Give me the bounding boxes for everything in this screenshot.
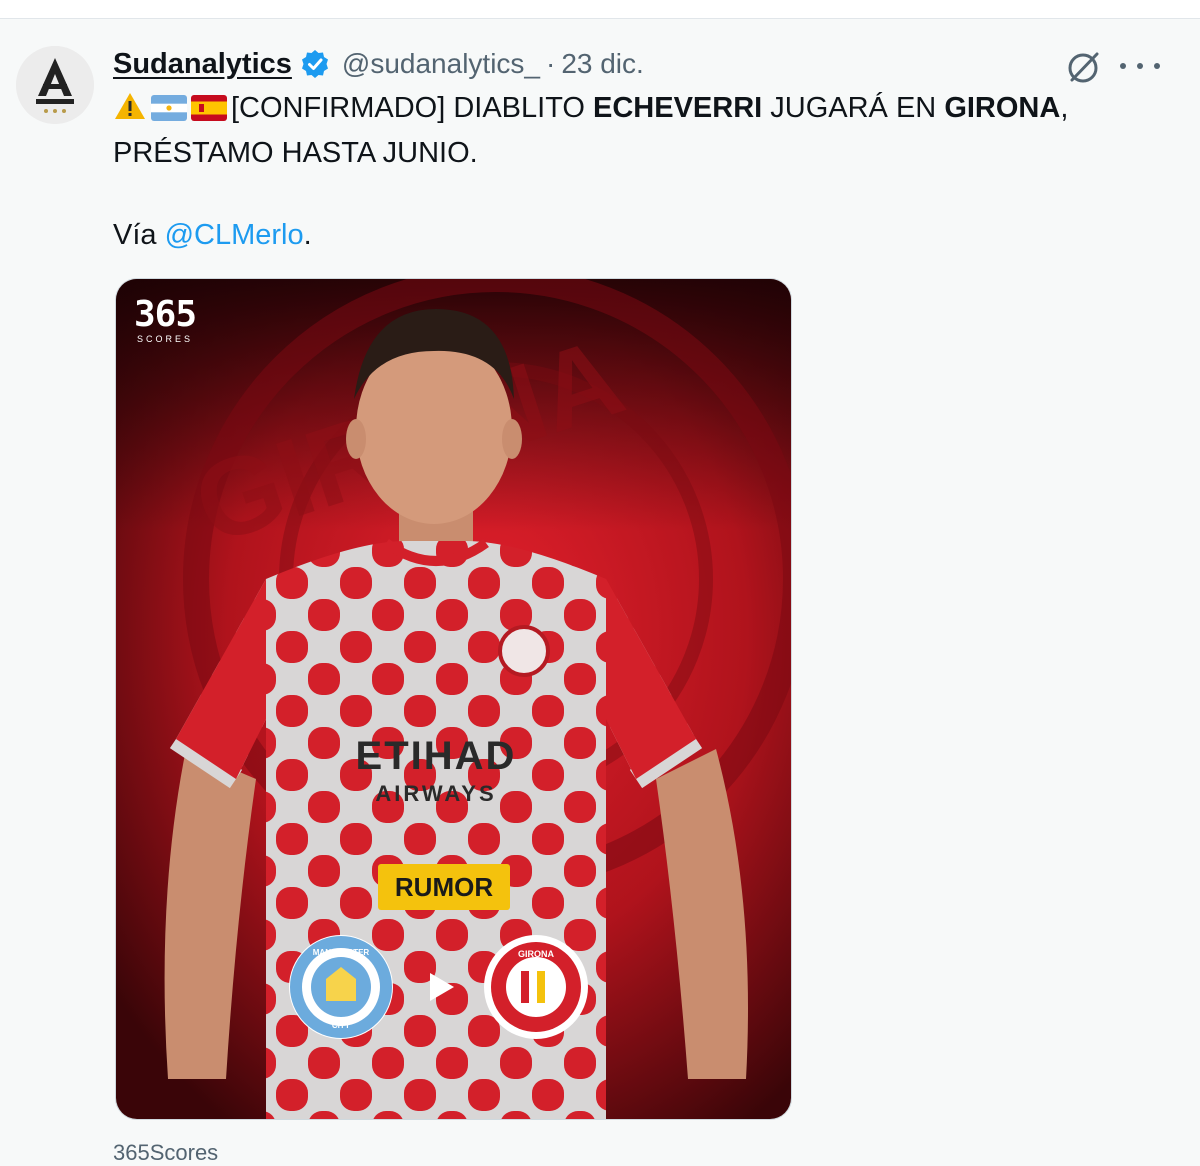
mention-link[interactable]: @CLMerlo [165, 219, 304, 251]
text-bold-echeverri: ECHEVERRI [593, 92, 763, 124]
tweet-header: Sudanalytics @sudanalytics_ · 23 dic. [113, 46, 644, 82]
media-scene: GIRONA ETIHAD AIRWAYS [116, 279, 791, 1119]
via-prefix: Vía [113, 219, 165, 251]
tweet-text: [CONFIRMADO] DIABLITO ECHEVERRI JUGARÁ E… [113, 88, 1153, 256]
warning-icon [113, 91, 147, 133]
flag-spain-icon [191, 92, 227, 133]
author-handle[interactable]: @sudanalytics_ [342, 48, 540, 80]
city-ring-sub: CITY [332, 1021, 351, 1030]
city-ring-text: MANCHESTER [313, 948, 370, 957]
tweet-media-image[interactable]: GIRONA ETIHAD AIRWAYS [115, 278, 792, 1120]
avatar[interactable] [16, 46, 94, 124]
logo-sub: SCORES [137, 334, 194, 344]
girona-crest: GIRONA [484, 935, 588, 1039]
verified-badge-icon [300, 49, 330, 79]
more-options-icon[interactable] [1120, 52, 1160, 80]
media-caption: 365Scores [113, 1140, 219, 1165]
text-part1: [CONFIRMADO] DIABLITO [231, 92, 594, 124]
girona-ring-text: GIRONA [518, 949, 555, 959]
tweet-headline: [CONFIRMADO] DIABLITO ECHEVERRI JUGARÁ E… [113, 88, 1153, 174]
flag-argentina-icon [151, 92, 187, 133]
via-suffix: . [303, 219, 312, 251]
tweet-date[interactable]: 23 dic. [561, 48, 644, 80]
rumor-badge: RUMOR [378, 864, 510, 910]
text-bold-girona: GIRONA [944, 92, 1061, 124]
top-divider [0, 0, 1200, 19]
grok-icon[interactable] [1066, 49, 1102, 85]
text-part2: JUGARÁ EN [762, 92, 945, 124]
tweet-via-line: Vía @CLMerlo. [113, 215, 1153, 256]
header-separator: · [545, 48, 556, 79]
shirt-crest [498, 625, 550, 677]
logo-number: 365 [134, 294, 197, 335]
author-name[interactable]: Sudanalytics [113, 48, 292, 81]
manchester-city-crest: MANCHESTER CITY [289, 935, 393, 1039]
shirt-sponsor: ETIHAD [356, 734, 517, 778]
365scores-logo: 365 SCORES [134, 294, 197, 345]
shirt-sponsor-sub: AIRWAYS [375, 781, 496, 806]
tweet[interactable]: Sudanalytics @sudanalytics_ · 23 dic. [C… [0, 18, 1200, 1165]
